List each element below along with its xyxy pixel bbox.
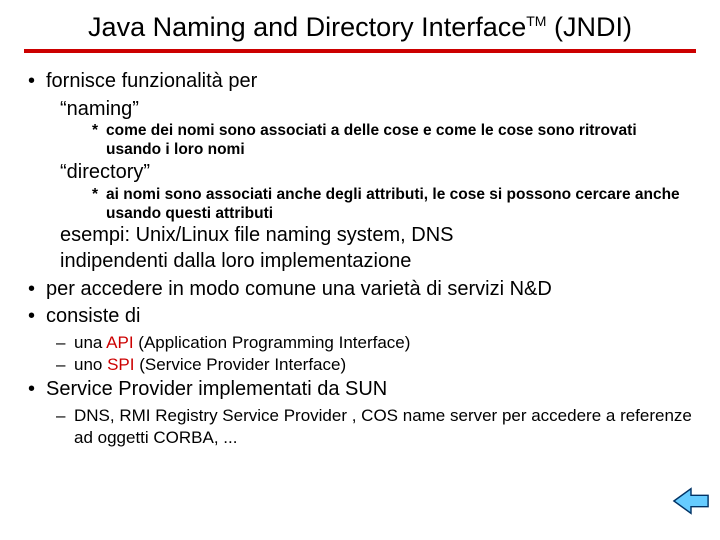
sub-text: uno SPI (Service Provider Interface) xyxy=(74,354,696,376)
sub-directory: “directory” xyxy=(60,160,696,186)
sub-text: DNS, RMI Registry Service Provider , COS… xyxy=(74,405,696,449)
bullet-dot: • xyxy=(28,304,46,330)
api-post: (Application Programming Interface) xyxy=(134,333,411,352)
star-marker: * xyxy=(92,122,106,160)
arrow-left-icon xyxy=(672,486,710,516)
api-pre: una xyxy=(74,333,106,352)
slide-title: Java Naming and Directory InterfaceTM (J… xyxy=(24,8,696,49)
star-marker: * xyxy=(92,186,106,224)
bullet-text: consiste di xyxy=(46,304,696,330)
line-esempi: esempi: Unix/Linux file naming system, D… xyxy=(60,223,696,249)
sub-provider-list: – DNS, RMI Registry Service Provider , C… xyxy=(56,405,696,449)
bullet-dot: • xyxy=(28,277,46,303)
title-tm: TM xyxy=(526,13,546,29)
bullet-consiste: • consiste di xyxy=(28,304,696,330)
title-pre: Java Naming and Directory Interface xyxy=(88,12,526,42)
dash-marker: – xyxy=(56,405,74,449)
bullet-dot: • xyxy=(28,377,46,403)
bullet-text: per accedere in modo comune una varietà … xyxy=(46,277,696,303)
spi-pre: uno xyxy=(74,355,107,374)
spi-post: (Service Provider Interface) xyxy=(135,355,347,374)
bullet-dot: • xyxy=(28,69,46,95)
spi-red: SPI xyxy=(107,355,134,374)
sub-api: – una API (Application Programming Inter… xyxy=(56,332,696,354)
sub-text: una API (Application Programming Interfa… xyxy=(74,332,696,354)
title-post: (JNDI) xyxy=(546,12,631,42)
sub-spi: – uno SPI (Service Provider Interface) xyxy=(56,354,696,376)
bullet-provider: • Service Provider implementati da SUN xyxy=(28,377,696,403)
dash-marker: – xyxy=(56,332,74,354)
star-naming-desc: * come dei nomi sono associati a delle c… xyxy=(92,122,696,160)
star-text: come dei nomi sono associati a delle cos… xyxy=(106,122,696,160)
api-red: API xyxy=(106,333,133,352)
star-directory-desc: * ai nomi sono associati anche degli att… xyxy=(92,186,696,224)
bullet-text: fornisce funzionalità per xyxy=(46,69,696,95)
star-text: ai nomi sono associati anche degli attri… xyxy=(106,186,696,224)
sub-naming: “naming” xyxy=(60,97,696,123)
title-underline xyxy=(24,49,696,53)
bullet-accedere: • per accedere in modo comune una variet… xyxy=(28,277,696,303)
dash-marker: – xyxy=(56,354,74,376)
bullet-text: Service Provider implementati da SUN xyxy=(46,377,696,403)
prev-arrow-button[interactable] xyxy=(672,486,710,516)
line-indipendenti: indipendenti dalla loro implementazione xyxy=(60,249,696,275)
slide-content: • fornisce funzionalità per “naming” * c… xyxy=(24,69,696,448)
bullet-fornisce: • fornisce funzionalità per xyxy=(28,69,696,95)
